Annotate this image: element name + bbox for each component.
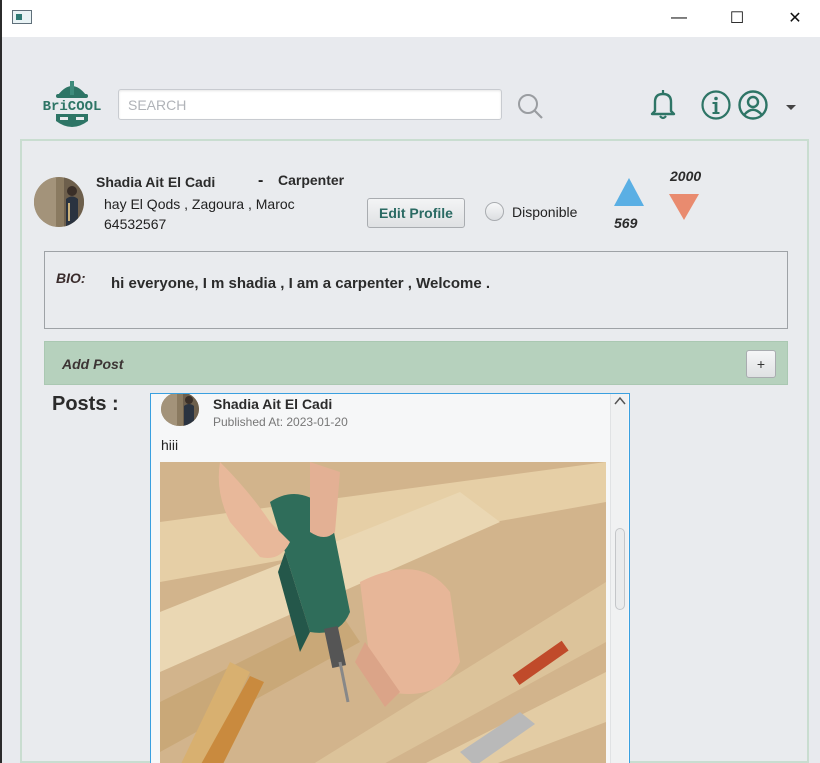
carpenter-drill-photo bbox=[160, 462, 606, 763]
availability-radio-circle[interactable] bbox=[485, 202, 504, 221]
info-button[interactable] bbox=[700, 89, 732, 126]
posts-heading: Posts : bbox=[52, 393, 119, 415]
minimize-icon: — bbox=[671, 9, 687, 26]
profile-photo bbox=[34, 177, 84, 227]
bricool-logo[interactable]: BriCOOL bbox=[36, 77, 108, 133]
post-date: Published At: 2023-01-20 bbox=[213, 415, 348, 429]
upvote-button[interactable] bbox=[613, 177, 645, 212]
user-icon bbox=[738, 90, 768, 120]
downvote-count: 2000 bbox=[670, 168, 702, 184]
posts-scroll-panel[interactable]: Shadia Ait El Cadi Published At: 2023-01… bbox=[150, 393, 630, 763]
post-text: hiii bbox=[161, 437, 179, 453]
search-icon bbox=[518, 94, 543, 119]
profile-phone: 64532567 bbox=[104, 216, 167, 232]
app-window-icon bbox=[12, 10, 32, 24]
add-post-label: Add Post bbox=[62, 356, 124, 372]
availability-radio[interactable]: Disponible bbox=[485, 202, 577, 221]
bio-text: hi everyone, I m shadia , I am a carpent… bbox=[111, 275, 491, 292]
user-menu-dropdown[interactable] bbox=[785, 99, 797, 117]
arrow-up-icon bbox=[614, 178, 644, 206]
profile-address: hay El Qods , Zagoura , Maroc bbox=[104, 196, 295, 212]
posts-scrollbar[interactable] bbox=[610, 394, 628, 763]
logo-text: BriCOOL bbox=[43, 99, 102, 115]
info-icon bbox=[701, 90, 731, 120]
upvote-count: 569 bbox=[614, 215, 638, 231]
bio-section: BIO: hi everyone, I m shadia , I am a ca… bbox=[44, 251, 788, 329]
chevron-down-icon bbox=[786, 105, 796, 110]
name-job-separator: - bbox=[258, 172, 264, 189]
profile-job: Carpenter bbox=[278, 172, 345, 188]
app-root: BriCOOL SEARCH Shadia Ait El Cadi - Carp… bbox=[0, 37, 820, 763]
scroll-thumb[interactable] bbox=[615, 528, 625, 610]
maximize-button[interactable]: ☐ bbox=[724, 6, 750, 30]
avatar[interactable] bbox=[34, 177, 84, 227]
profile-card: Shadia Ait El Cadi - Carpenter hay El Qo… bbox=[20, 139, 809, 763]
close-icon: ✕ bbox=[788, 10, 802, 27]
post-author-photo bbox=[161, 394, 199, 426]
search-button[interactable] bbox=[516, 92, 544, 125]
add-post-bar[interactable]: Add Post + bbox=[44, 341, 788, 385]
downvote-button[interactable] bbox=[668, 193, 700, 226]
edit-profile-button[interactable]: Edit Profile bbox=[367, 198, 465, 228]
availability-label: Disponible bbox=[512, 203, 578, 220]
bell-icon bbox=[650, 90, 676, 120]
notifications-button[interactable] bbox=[646, 87, 680, 126]
user-menu-button[interactable] bbox=[737, 89, 769, 126]
arrow-down-icon bbox=[669, 194, 699, 220]
profile-name: Shadia Ait El Cadi bbox=[96, 174, 216, 190]
scroll-up-button[interactable] bbox=[611, 396, 629, 408]
maximize-icon: ☐ bbox=[729, 10, 745, 27]
post-author-avatar[interactable] bbox=[161, 394, 199, 426]
post-image bbox=[160, 462, 606, 763]
helmet-logo-icon: BriCOOL bbox=[43, 81, 102, 127]
chevron-up-icon bbox=[614, 396, 626, 405]
close-button[interactable]: ✕ bbox=[782, 6, 808, 30]
window-titlebar: — ☐ ✕ bbox=[0, 0, 820, 37]
search-input[interactable] bbox=[118, 89, 502, 120]
minimize-button[interactable]: — bbox=[666, 6, 692, 30]
add-post-button[interactable]: + bbox=[746, 350, 776, 378]
bio-label: BIO: bbox=[56, 270, 86, 286]
post-author: Shadia Ait El Cadi bbox=[213, 396, 333, 412]
